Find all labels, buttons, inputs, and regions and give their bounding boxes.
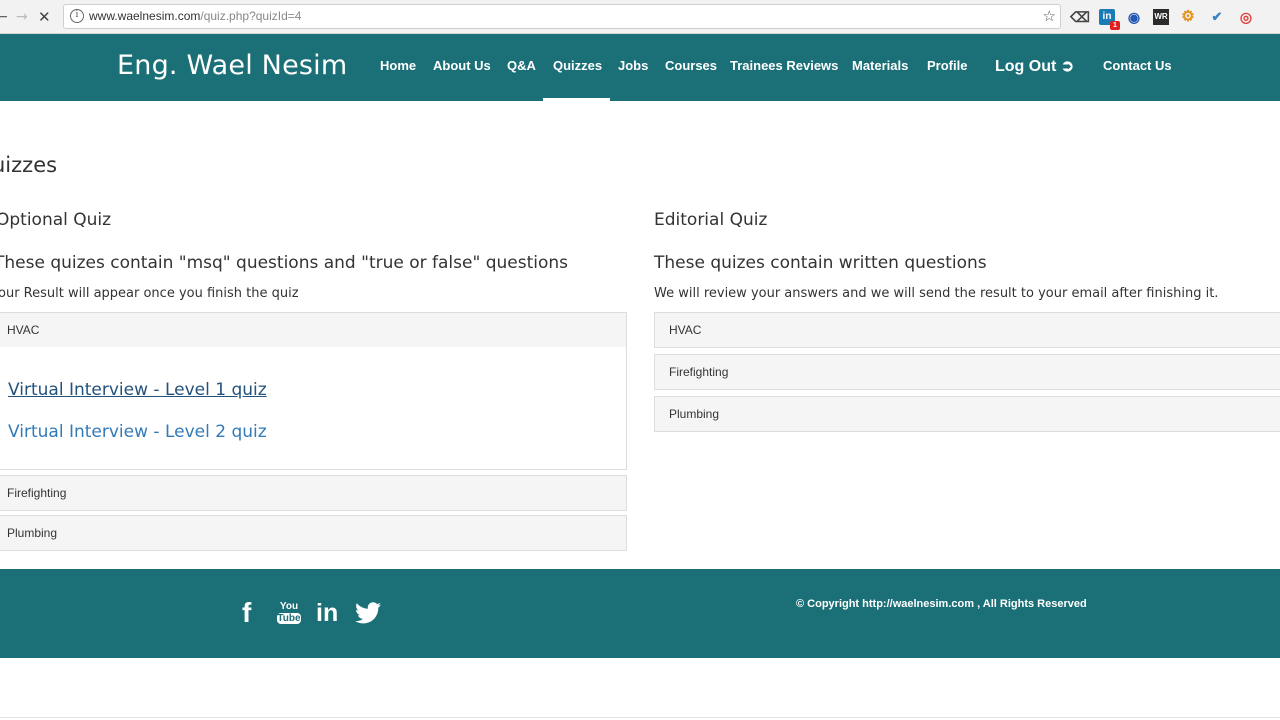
youtube-you-text: You	[279, 601, 299, 612]
menu-item-log-out[interactable]: Log Out ➲	[995, 56, 1074, 76]
site-footer: f You Tube in © Copyright http://waelnesi…	[0, 569, 1280, 658]
blue-circle-extension-icon[interactable]: ◉	[1124, 7, 1144, 27]
menu-item-contact-us[interactable]: Contact Us	[1103, 58, 1172, 73]
target-extension-icon[interactable]: ◎	[1236, 7, 1256, 27]
bookmark-star-icon[interactable]: ☆	[1043, 7, 1056, 25]
sign-out-icon: ➲	[1060, 58, 1075, 75]
twitter-icon[interactable]	[355, 602, 381, 629]
menu-item-qa[interactable]: Q&A	[507, 58, 536, 73]
browser-toolbar: ← → ✕ i www.waelnesim.com/quiz.php?quizI…	[0, 0, 1280, 34]
quiz-link-level-1[interactable]: Virtual Interview - Level 1 quiz	[8, 380, 267, 400]
menu-item-trainees-reviews[interactable]: Trainees Reviews	[730, 58, 838, 73]
gear-extension-icon[interactable]: ⚙	[1178, 7, 1198, 27]
editorial-quiz-note: We will review your answers and we will …	[654, 286, 1219, 301]
facebook-icon[interactable]: f	[242, 597, 251, 629]
optional-quiz-note: our Result will appear once you finish t…	[0, 286, 299, 301]
menu-item-about-us[interactable]: About Us	[433, 58, 491, 73]
check-extension-icon[interactable]: ✔	[1207, 7, 1227, 27]
editorial-quiz-subtitle: These quizes contain written questions	[654, 253, 987, 273]
editorial-quiz-title: Editorial Quiz	[654, 210, 768, 230]
back-arrow-icon[interactable]: ←	[0, 8, 8, 26]
optional-quiz-title: Optional Quiz	[0, 210, 112, 230]
active-menu-indicator	[543, 98, 610, 101]
quiz-link-level-2[interactable]: Virtual Interview - Level 2 quiz	[8, 422, 267, 442]
editorial-plumbing-panel-header[interactable]: Plumbing	[654, 396, 1280, 432]
extension-bar: ⌫ in 1 ◉ WR ⚙ ✔ ◎	[1070, 7, 1256, 30]
wr-extension-icon[interactable]: WR	[1153, 9, 1169, 25]
editorial-firefighting-panel-header[interactable]: Firefighting	[654, 354, 1280, 390]
menu-item-courses[interactable]: Courses	[665, 58, 717, 73]
brand-logo-text[interactable]: Eng. Wael Nesim	[117, 50, 347, 81]
menu-item-profile[interactable]: Profile	[927, 58, 967, 73]
editorial-hvac-panel-header[interactable]: HVAC	[654, 312, 1280, 348]
stop-loading-icon[interactable]: ✕	[38, 8, 51, 26]
youtube-tube-text: Tube	[277, 613, 301, 624]
address-bar[interactable]: i www.waelnesim.com/quiz.php?quizId=4 ☆	[63, 4, 1061, 29]
site-info-icon[interactable]: i	[70, 9, 84, 23]
address-url: www.waelnesim.com/quiz.php?quizId=4	[89, 9, 302, 23]
menu-item-jobs[interactable]: Jobs	[618, 58, 648, 73]
optional-plumbing-panel-header[interactable]: Plumbing	[0, 515, 627, 551]
youtube-icon[interactable]: You Tube	[277, 601, 301, 624]
menu-item-quizzes[interactable]: Quizzes	[553, 58, 602, 73]
eraser-extension-icon[interactable]: ⌫	[1070, 7, 1090, 27]
optional-quiz-subtitle: These quizes contain "msq" questions and…	[0, 253, 568, 273]
menu-item-home[interactable]: Home	[380, 58, 416, 73]
optional-firefighting-panel-header[interactable]: Firefighting	[0, 475, 627, 511]
optional-hvac-panel-body	[0, 347, 627, 470]
menu-item-materials[interactable]: Materials	[852, 58, 908, 73]
linkedin-icon[interactable]: in	[316, 599, 338, 628]
linkedin-extension-icon[interactable]: in 1	[1099, 9, 1120, 30]
forward-arrow-icon[interactable]: →	[16, 8, 28, 26]
site-header: Eng. Wael Nesim Home About Us Q&A Quizze…	[0, 34, 1280, 101]
optional-hvac-panel-header[interactable]: HVAC	[0, 312, 627, 348]
copyright-text: © Copyright http://waelnesim.com , All R…	[796, 598, 1087, 610]
page-title: uizzes	[0, 153, 58, 177]
log-out-label: Log Out	[995, 58, 1057, 75]
page-bottom-divider	[0, 717, 1280, 718]
